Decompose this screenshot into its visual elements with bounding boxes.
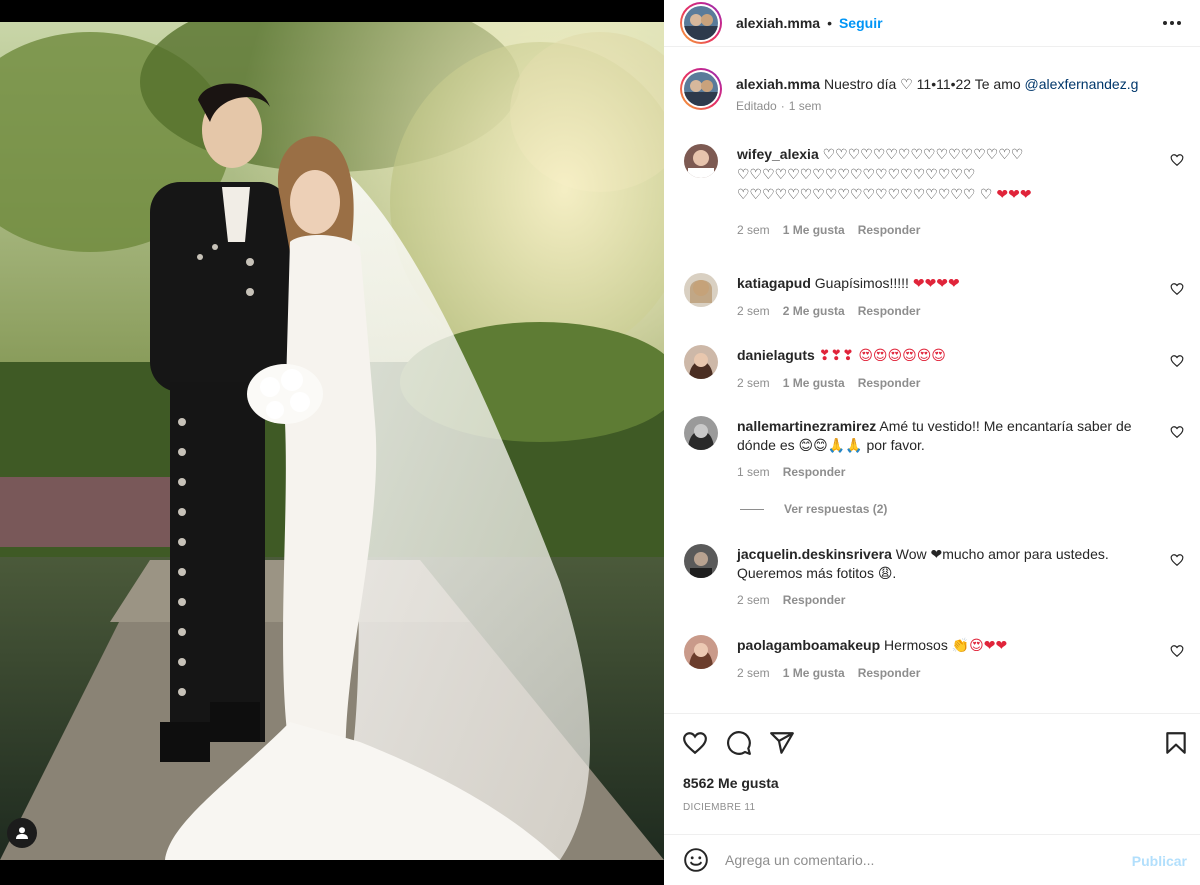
heart-icon[interactable] [1170,354,1184,368]
comment-avatar[interactable] [684,416,718,450]
edited-time: 1 sem [788,99,822,113]
share-icon[interactable] [769,730,795,756]
comment-text: Guapísimos!!!!! [814,275,909,291]
comment-emoji: 👏😍❤❤ [951,638,1008,654]
comment-likes[interactable]: 2 Me gusta [783,302,845,321]
comment-item: katiagapud Guapísimos!!!!! ❤❤❤❤ 2 sem 2 … [680,273,1184,321]
tag-button[interactable] [7,818,37,848]
comment-emoji: ❤❤❤❤ [912,276,960,292]
more-options-button[interactable] [1160,13,1184,33]
comment-avatar[interactable] [684,144,718,178]
comment-item: jacquelin.deskinsrivera Wow ❤mucho amor … [680,544,1184,610]
caption-username[interactable]: alexiah.mma [736,76,820,92]
reply-button[interactable]: Responder [858,221,921,240]
post-panel: alexiah.mma • Seguir alexiah.mma Nuestro… [664,0,1200,885]
comment-username[interactable]: jacquelin.deskinsrivera [737,546,892,562]
comment-time: 2 sem [737,304,770,318]
caption-avatar[interactable] [680,68,722,110]
post-caption: alexiah.mma Nuestro día ♡ 11•11•22 Te am… [680,68,1184,115]
heart-icon[interactable] [1170,282,1184,296]
post-date: DICIEMBRE 11 [683,802,756,813]
publish-button[interactable]: Publicar [1132,853,1187,869]
caption-mention[interactable]: @alexfernandez.g [1025,76,1139,92]
comment-time: 1 sem [737,465,770,479]
separator-dot: • [827,15,832,31]
user-tag-icon [16,827,28,839]
comment-username[interactable]: nallemartinezramirez [737,418,876,434]
likes-count[interactable]: 8562 Me gusta [683,775,779,791]
bookmark-icon[interactable] [1163,730,1189,756]
view-replies-button[interactable]: Ver respuestas (2) [740,502,887,516]
caption-text: Nuestro día ♡ 11•11•22 Te amo [823,76,1021,92]
comment-item: wifey_alexia ♡♡♡♡♡♡♡♡♡♡♡♡♡♡♡♡ ♡♡♡♡♡♡♡♡♡♡… [680,144,1184,240]
comment-text: Hermosos [884,637,948,653]
reply-button[interactable]: Responder [783,463,846,482]
post-photo[interactable] [0,22,664,860]
comment-item: paolagamboamakeup Hermosos 👏😍❤❤ 2 sem 1 … [680,635,1184,683]
comment-icon[interactable] [726,730,752,756]
heart-icon[interactable] [682,730,708,756]
post-media [0,0,664,885]
wedding-photo [0,22,664,860]
comment-item: danielaguts ❣❣❣ 😍😍😍😍😍😍 2 sem 1 Me gusta … [680,345,1184,393]
comment-username[interactable]: paolagamboamakeup [737,637,880,653]
comment-item: nallemartinezramirez Amé tu vestido!! Me… [680,416,1184,482]
header-username[interactable]: alexiah.mma [736,15,820,31]
heart-icon[interactable] [1170,553,1184,567]
view-replies-label: Ver respuestas (2) [784,502,888,516]
edited-label: Editado [736,99,777,113]
comment-emoji: ❤❤❤ [996,187,1032,203]
comment-likes[interactable]: 1 Me gusta [783,374,845,393]
reply-button[interactable]: Responder [783,591,846,610]
caption-text-block: alexiah.mma Nuestro día ♡ 11•11•22 Te am… [736,76,1139,113]
reply-button[interactable]: Responder [858,374,921,393]
emoji-icon[interactable] [683,847,709,873]
comments-list[interactable]: alexiah.mma Nuestro día ♡ 11•11•22 Te am… [664,48,1200,712]
comment-time: 2 sem [737,666,770,680]
reply-button[interactable]: Responder [858,302,921,321]
heart-icon[interactable] [1170,425,1184,439]
comment-avatar[interactable] [684,345,718,379]
comment-likes[interactable]: 1 Me gusta [783,664,845,683]
comment-input[interactable] [725,852,1105,868]
follow-button[interactable]: Seguir [839,15,883,31]
comment-avatar[interactable] [684,544,718,578]
avatar[interactable] [680,2,722,44]
comment-username[interactable]: wifey_alexia [737,146,819,162]
comment-emoji: ❣❣❣ 😍😍😍😍😍😍 [818,348,946,364]
comment-avatar[interactable] [684,273,718,307]
add-comment-bar: Publicar [664,834,1200,885]
more-options-icon [1163,21,1181,25]
comment-username[interactable]: katiagapud [737,275,811,291]
comment-likes[interactable]: 1 Me gusta [783,221,845,240]
comment-time: 2 sem [737,593,770,607]
post-header: alexiah.mma • Seguir [664,0,1200,47]
post-actions: 8562 Me gusta DICIEMBRE 11 [664,713,1200,833]
avatar-image [684,6,718,40]
comment-time: 2 sem [737,376,770,390]
heart-icon[interactable] [1170,644,1184,658]
comment-time: 2 sem [737,223,770,237]
comment-username[interactable]: danielaguts [737,347,815,363]
reply-button[interactable]: Responder [858,664,921,683]
heart-icon[interactable] [1170,153,1184,167]
comment-avatar[interactable] [684,635,718,669]
